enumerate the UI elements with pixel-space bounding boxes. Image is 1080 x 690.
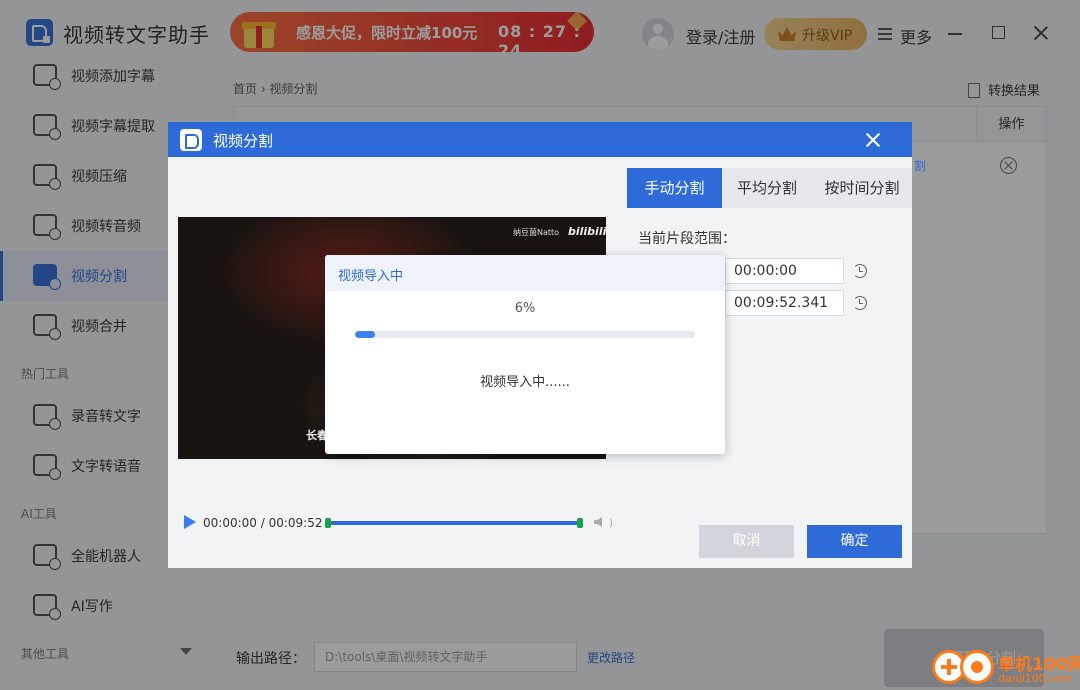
import-progress-fill bbox=[355, 331, 376, 338]
start-time-input[interactable]: 00:00:00 bbox=[725, 258, 844, 284]
video-watermark: 纳豆菌Natto bbox=[513, 228, 560, 237]
import-progress-bar bbox=[355, 331, 695, 338]
split-mode-tabs: 手动分割 平均分割 按时间分割 bbox=[627, 168, 912, 208]
video-subtitle-text: 长春 bbox=[306, 429, 328, 442]
timeline-start-handle[interactable] bbox=[325, 518, 331, 528]
brand-url: danji100.com bbox=[998, 672, 1073, 685]
reset-start-icon[interactable] bbox=[853, 264, 867, 278]
import-dialog-title: 视频导入中 bbox=[338, 269, 404, 284]
tab-time-split[interactable]: 按时间分割 bbox=[812, 168, 912, 208]
import-percent: 6% bbox=[514, 301, 536, 316]
import-status-text: 视频导入中...... bbox=[480, 375, 570, 390]
end-time-input[interactable]: 00:09:52.341 bbox=[725, 290, 844, 316]
reset-end-icon[interactable] bbox=[853, 296, 867, 310]
bilibili-logo: bilibili bbox=[568, 225, 606, 238]
row-link-fragment[interactable]: 割 bbox=[914, 157, 926, 174]
playback-time: 00:00:00 / 00:09:52 bbox=[203, 516, 323, 530]
timeline-slider[interactable] bbox=[325, 518, 583, 528]
cancel-button[interactable]: 取消 bbox=[699, 525, 794, 558]
import-progress-dialog: 视频导入中 6% 视频导入中...... bbox=[325, 255, 725, 454]
tab-manual-split[interactable]: 手动分割 bbox=[627, 168, 722, 208]
split-dialog-header: 视频分割 bbox=[168, 122, 912, 157]
volume-wave-icon bbox=[604, 517, 612, 529]
tab-average-split[interactable]: 平均分割 bbox=[722, 168, 812, 208]
segment-range-label: 当前片段范围： bbox=[638, 231, 736, 247]
import-dialog-header: 视频导入中 bbox=[325, 255, 725, 291]
confirm-button[interactable]: 确定 bbox=[807, 525, 902, 558]
site-watermark: 单机100网 danji100.com bbox=[926, 646, 1080, 690]
close-icon[interactable] bbox=[866, 133, 880, 147]
split-dialog-title: 视频分割 bbox=[213, 132, 274, 150]
timeline-end-handle[interactable] bbox=[577, 518, 583, 528]
play-icon[interactable] bbox=[184, 515, 196, 529]
app-logo-icon bbox=[180, 129, 202, 151]
joystick-icon bbox=[960, 650, 994, 684]
